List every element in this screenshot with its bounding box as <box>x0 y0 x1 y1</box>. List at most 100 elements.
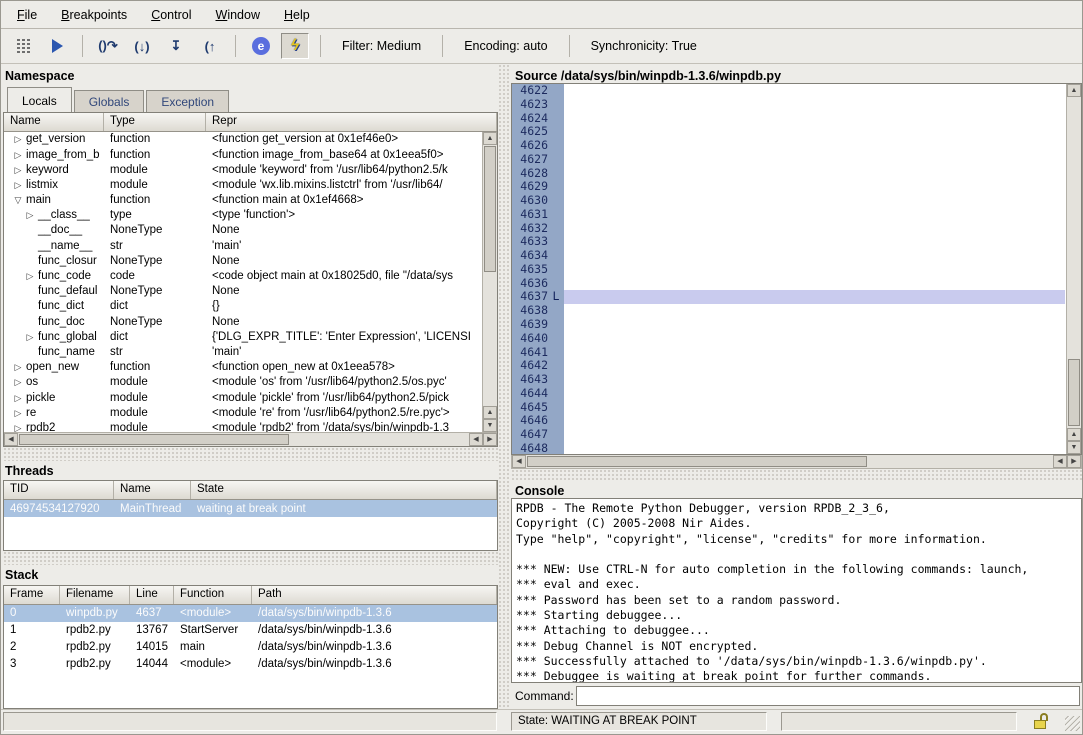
namespace-row[interactable]: func_defaul NoneType None <box>4 284 497 299</box>
return-button[interactable]: (↑ <box>196 33 224 59</box>
scroll-up-arrow[interactable]: ▲ <box>483 132 497 145</box>
resize-grip[interactable] <box>1065 716 1080 731</box>
stack-frame-row[interactable]: 1 rpdb2.py 13767 StartServer /data/sys/b… <box>4 622 497 639</box>
namespace-row[interactable]: ▷ os module <module 'os' from '/usr/lib6… <box>4 375 497 390</box>
tree-expander-icon[interactable]: ▽ <box>10 194 26 206</box>
console-output[interactable]: RPDB - The Remote Python Debugger, versi… <box>511 498 1082 683</box>
tree-expander-icon[interactable]: ▷ <box>22 209 38 221</box>
namespace-row[interactable]: ▷ listmix module <module 'wx.lib.mixins.… <box>4 177 497 192</box>
namespace-row[interactable]: ▷ func_global dict {'DLG_EXPR_TITLE': 'E… <box>4 329 497 344</box>
line-number-gutter[interactable]: 4638 <box>512 304 564 318</box>
column-header-state[interactable]: State <box>191 481 497 499</box>
line-number-gutter[interactable]: 4639 <box>512 318 564 332</box>
tab-locals[interactable]: Locals <box>7 87 72 112</box>
code-line[interactable]: 4626 <box>512 139 1065 153</box>
line-number-gutter[interactable]: 4625 <box>512 125 564 139</box>
column-header-function[interactable]: Function <box>174 586 252 604</box>
scroll-up-arrow[interactable]: ▲ <box>1067 84 1081 97</box>
code-line[interactable]: 4623 <box>512 98 1065 112</box>
line-number-gutter[interactable]: 4635 <box>512 263 564 277</box>
tree-expander-icon[interactable]: ▷ <box>10 422 26 432</box>
line-number-gutter[interactable]: 4630 <box>512 194 564 208</box>
code-line[interactable]: 4646 <box>512 414 1065 428</box>
code-line[interactable]: 4636 <box>512 277 1065 291</box>
tree-expander-icon[interactable]: ▷ <box>10 164 26 176</box>
source-vertical-scrollbar[interactable]: ▲ ▲ ▼ <box>1066 84 1081 454</box>
line-number-gutter[interactable]: 4648 <box>512 442 564 454</box>
menu-window[interactable]: Window <box>204 4 272 26</box>
namespace-horizontal-scrollbar[interactable]: ◀ ◀ ▶ <box>4 432 497 446</box>
scroll-down-arrow[interactable]: ▼ <box>483 419 497 432</box>
encoding-button[interactable]: e <box>247 33 275 59</box>
code-line[interactable]: 4647 <box>512 428 1065 442</box>
column-header-type[interactable]: Type <box>104 113 206 131</box>
scroll-right-arrow[interactable]: ▶ <box>483 433 497 446</box>
scroll-left-arrow[interactable]: ◀ <box>1053 455 1067 468</box>
code-line[interactable]: 4643 <box>512 373 1065 387</box>
code-line[interactable]: 4637 L <box>512 290 1065 304</box>
code-line[interactable]: 4622 <box>512 84 1065 98</box>
column-header-frame[interactable]: Frame <box>4 586 60 604</box>
code-line[interactable]: 4632 <box>512 222 1065 236</box>
column-header-filename[interactable]: Filename <box>60 586 130 604</box>
line-number-gutter[interactable]: 4624 <box>512 112 564 126</box>
scrollbar-thumb[interactable] <box>1068 359 1080 426</box>
line-number-gutter[interactable]: 4637 L <box>512 290 564 304</box>
line-number-gutter[interactable]: 4633 <box>512 235 564 249</box>
namespace-row[interactable]: func_dict dict {} <box>4 299 497 314</box>
code-line[interactable]: 4641 <box>512 346 1065 360</box>
go-button[interactable] <box>43 33 71 59</box>
code-line[interactable]: 4625 <box>512 125 1065 139</box>
code-line[interactable]: 4638 <box>512 304 1065 318</box>
namespace-row[interactable]: ▷ re module <module 're' from '/usr/lib6… <box>4 405 497 420</box>
scroll-down-arrow[interactable]: ▼ <box>1067 441 1081 454</box>
line-number-gutter[interactable]: 4642 <box>512 359 564 373</box>
line-number-gutter[interactable]: 4626 <box>512 139 564 153</box>
menu-file[interactable]: File <box>5 4 49 26</box>
thread-row[interactable]: 46974534127920 MainThread waiting at bre… <box>4 500 497 517</box>
stack-frame-row[interactable]: 3 rpdb2.py 14044 <module> /data/sys/bin/… <box>4 656 497 673</box>
horizontal-sash[interactable] <box>511 469 1082 481</box>
line-number-gutter[interactable]: 4631 <box>512 208 564 222</box>
line-number-gutter[interactable]: 4622 <box>512 84 564 98</box>
scrollbar-thumb[interactable] <box>527 456 867 467</box>
line-number-gutter[interactable]: 4632 <box>512 222 564 236</box>
namespace-row[interactable]: __name__ str 'main' <box>4 238 497 253</box>
code-line[interactable]: 4631 <box>512 208 1065 222</box>
namespace-row[interactable]: ▷ open_new function <function open_new a… <box>4 360 497 375</box>
code-line[interactable]: 4628 <box>512 167 1065 181</box>
menu-help[interactable]: Help <box>272 4 322 26</box>
scrollbar-thumb[interactable] <box>19 434 289 445</box>
tree-expander-icon[interactable]: ▷ <box>10 376 26 388</box>
tree-expander-icon[interactable] <box>22 285 38 297</box>
line-number-gutter[interactable]: 4636 <box>512 277 564 291</box>
line-number-gutter[interactable]: 4627 <box>512 153 564 167</box>
tree-expander-icon[interactable]: ▷ <box>10 361 26 373</box>
tree-expander-icon[interactable]: ▷ <box>10 407 26 419</box>
code-line[interactable]: 4642 <box>512 359 1065 373</box>
line-number-gutter[interactable]: 4646 <box>512 414 564 428</box>
menu-control[interactable]: Control <box>139 4 203 26</box>
line-number-gutter[interactable]: 4640 <box>512 332 564 346</box>
tree-expander-icon[interactable]: ▷ <box>10 179 26 191</box>
namespace-row[interactable]: ▷ get_version function <function get_ver… <box>4 132 497 147</box>
line-number-gutter[interactable]: 4629 <box>512 180 564 194</box>
scrollbar-thumb[interactable] <box>484 146 496 272</box>
tree-expander-icon[interactable]: ▷ <box>10 133 26 145</box>
tree-expander-icon[interactable] <box>22 346 38 358</box>
source-horizontal-scrollbar[interactable]: ◀ ◀ ▶ <box>511 455 1082 469</box>
code-line[interactable]: 4629 <box>512 180 1065 194</box>
scroll-left-arrow[interactable]: ◀ <box>4 433 18 446</box>
namespace-row[interactable]: func_name str 'main' <box>4 344 497 359</box>
horizontal-sash[interactable] <box>3 551 498 565</box>
goto-button[interactable]: ↧ <box>162 33 190 59</box>
namespace-row[interactable]: ▷ func_code code <code object main at 0x… <box>4 268 497 283</box>
column-header-name[interactable]: Name <box>4 113 104 131</box>
tree-expander-icon[interactable]: ▷ <box>22 331 38 343</box>
scroll-right-arrow[interactable]: ▶ <box>1067 455 1081 468</box>
scroll-left-arrow[interactable]: ◀ <box>512 455 526 468</box>
code-line[interactable]: 4648 <box>512 442 1065 454</box>
step-button[interactable]: (↓) <box>128 33 156 59</box>
code-line[interactable]: 4627 <box>512 153 1065 167</box>
menu-breakpoints[interactable]: Breakpoints <box>49 4 139 26</box>
